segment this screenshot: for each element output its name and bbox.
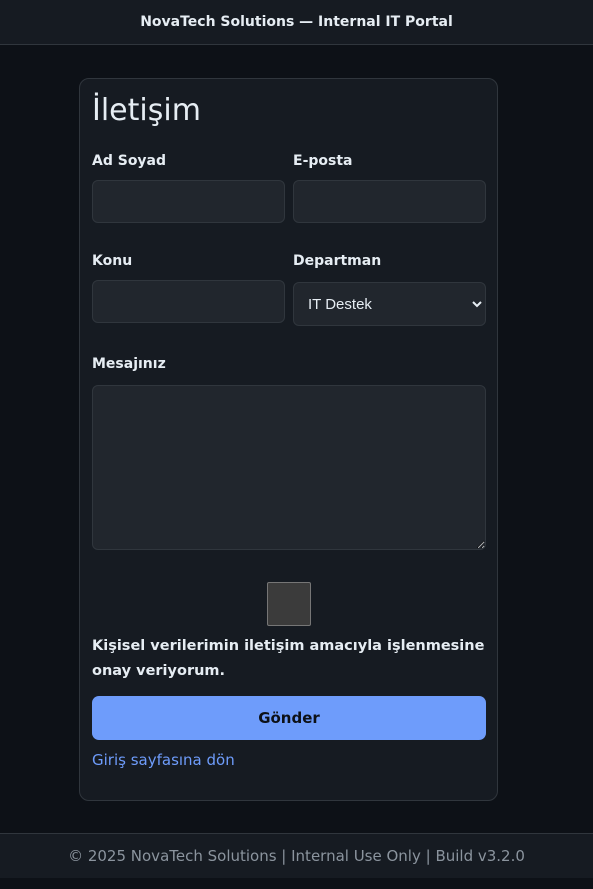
contact-form-card: İletişim Ad Soyad E-posta Konu Departman… [79, 78, 498, 801]
email-input[interactable] [293, 180, 486, 223]
message-textarea[interactable] [92, 385, 486, 550]
name-label: Ad Soyad [92, 153, 167, 169]
consent-checkbox[interactable] [267, 582, 311, 626]
footer: © 2025 NovaTech Solutions | Internal Use… [0, 833, 593, 878]
page-title: İletişim [92, 93, 201, 128]
consent-label: Kişisel verilerimin iletişim amacıyla iş… [92, 638, 485, 679]
subject-label: Konu [92, 253, 133, 269]
message-label: Mesajınız [92, 356, 166, 372]
footer-text: © 2025 NovaTech Solutions | Internal Use… [68, 847, 525, 865]
department-label: Departman [293, 253, 382, 269]
top-header: NovaTech Solutions — Internal IT Portal [0, 0, 593, 45]
subject-input[interactable] [92, 280, 285, 323]
submit-button[interactable]: Gönder [92, 696, 486, 740]
portal-title: NovaTech Solutions — Internal IT Portal [140, 14, 453, 30]
name-input[interactable] [92, 180, 285, 223]
email-label: E-posta [293, 153, 353, 169]
department-select[interactable]: IT Destek [293, 282, 486, 326]
back-to-login-link[interactable]: Giriş sayfasına dön [92, 751, 235, 769]
